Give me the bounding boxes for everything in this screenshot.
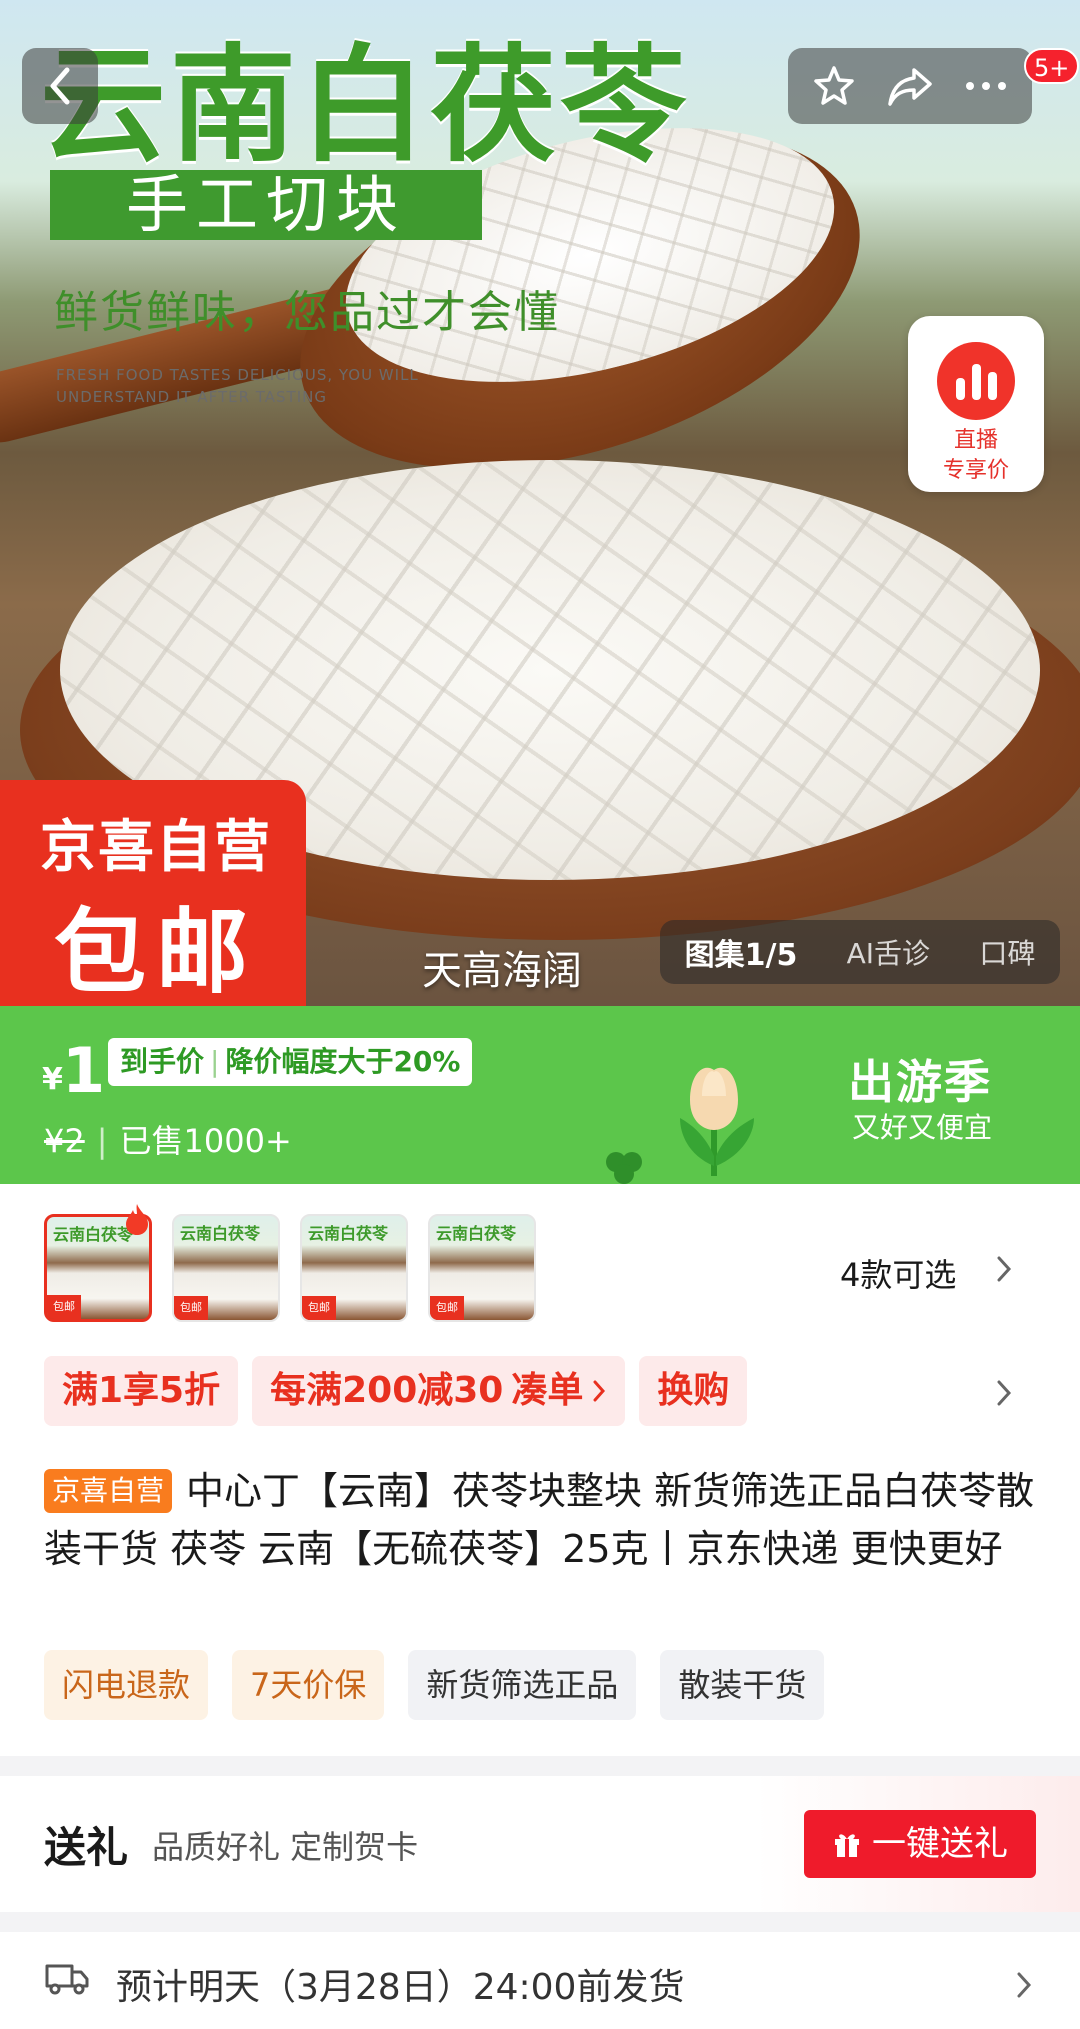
thumbnail-title: 云南白茯苓 [308,1224,389,1243]
price-currency: ¥ [42,1062,63,1097]
star-icon [814,66,854,105]
live-badge-line2: 专享价 [942,458,1009,483]
coupon-label: 满1享5折 [62,1370,221,1411]
hero-tag: 手工切块 [50,170,482,240]
store-tag: 京喜自营 [44,1469,173,1513]
live-price-badge[interactable]: 直播 专享价 [908,316,1044,492]
tulip-icon [680,1067,754,1176]
promo-free-shipping-block: 京喜自营 包邮 [0,780,306,1006]
promo-store-label: 京喜自营 [40,815,272,880]
coupon-label: 每满200减30 [270,1370,504,1411]
season-subtitle: 又好又便宜 [852,1111,993,1144]
more-dots-icon [966,82,1006,90]
thumbnail-badge: 包邮 [302,1296,336,1320]
product-info-card: 云南白茯苓 包邮 云南白茯苓 包邮 云南白茯苓 包邮 云南白茯苓 包邮 4款可选 [0,1184,1080,1756]
product-page: 云南白茯苓 手工切块 鲜货鲜味，您品过才会懂 FRESH FOOD TASTES… [0,0,1080,2029]
original-price-row: ¥2 | 已售1000+ [44,1116,292,1162]
price-value: 1 [62,1034,106,1107]
promo-shipping-label: 包邮 [54,899,259,1006]
thumbnail-badge: 包邮 [174,1296,208,1320]
share-button[interactable] [880,56,940,116]
shipping-estimate: 预计明天（3月28日）24:00前发货 [116,1967,685,2008]
flame-icon [126,1204,148,1235]
back-button[interactable] [22,48,98,124]
live-chart-icon [937,342,1015,420]
discount-coupon[interactable]: 满1享5折 [44,1356,239,1426]
spend-discount-coupon[interactable]: 每满200减30 凑单 [252,1356,626,1426]
gallery-tab-bar: 图集1/5 AI舌诊 口碑 [660,920,1060,984]
chevron-right-icon [593,1380,606,1402]
shipping-card[interactable]: 预计明天（3月28日）24:00前发货 [0,1932,1080,2029]
gift-icon [835,1834,859,1857]
service-tags: 闪电退款 7天价保 新货筛选正品 散装干货 [44,1650,825,1720]
hero-slogan: 鲜货鲜味，您品过才会懂 [54,287,560,338]
truck-icon [45,1964,89,1995]
thumbnail-badge: 包邮 [430,1296,464,1320]
thumbnail-badge: 包邮 [47,1295,81,1319]
send-gift-label: 一键送礼 [872,1824,1008,1864]
favorite-button[interactable] [804,56,864,116]
share-icon [888,68,932,106]
notification-badge: 5+ [1024,48,1080,84]
variant-thumbnail[interactable]: 云南白茯苓 包邮 [172,1214,280,1322]
price-pill: 到手价 | 降价幅度大于20% [108,1038,473,1086]
variant-thumbnail[interactable]: 云南白茯苓 包邮 [300,1214,408,1322]
price-bar: ¥ 1 到手价 | 降价幅度大于20% ¥2 | 已售1000+ 出游季 又好又便宜 [0,1006,1080,1184]
variant-thumbnails: 云南白茯苓 包邮 云南白茯苓 包邮 云南白茯苓 包邮 云南白茯苓 包邮 [44,1214,536,1322]
pill-separator: | [210,1045,220,1078]
top-action-bar [788,48,1032,124]
chevron-right-icon[interactable] [994,1252,1014,1286]
chevron-left-icon [50,67,70,105]
final-price-label: 到手价 [120,1045,205,1078]
chevron-right-icon [1017,1972,1032,1998]
service-tag[interactable]: 散装干货 [660,1650,825,1720]
reviews-tab[interactable]: 口碑 [979,932,1035,972]
hero-caption: 天高海阔 [422,948,582,994]
exchange-coupon[interactable]: 换购 [639,1356,748,1426]
thumbnail-title: 云南白茯苓 [436,1224,517,1243]
gift-subtitle: 品质好礼 定制贺卡 [152,1828,419,1866]
season-title: 出游季 [848,1055,992,1109]
product-title-text: 中心丁【云南】茯苓块整块 新货筛选正品白茯苓散装干货 茯苓 云南【无硫茯苓】25… [44,1469,1035,1571]
product-title: 京喜自营 中心丁【云南】茯苓块整块 新货筛选正品白茯苓散装干货 茯苓 云南【无硫茯… [44,1462,1044,1578]
thumbnail-title: 云南白茯苓 [180,1224,261,1243]
variant-thumbnail[interactable]: 云南白茯苓 包邮 [428,1214,536,1322]
live-badge-line1: 直播 [953,428,998,453]
product-hero-image[interactable]: 云南白茯苓 手工切块 鲜货鲜味，您品过才会懂 FRESH FOOD TASTES… [0,0,1080,1006]
more-button[interactable] [956,56,1016,116]
coupon-label: 换购 [657,1370,730,1411]
gift-title: 送礼 [44,1823,129,1872]
ai-diagnosis-tab[interactable]: AI舌诊 [847,932,930,972]
sold-count: 已售1000+ [119,1122,292,1160]
clover-icon [606,1152,642,1184]
coupon-row: 满1享5折 每满200减30 凑单 换购 [44,1356,748,1426]
send-gift-button[interactable]: 一键送礼 [804,1810,1036,1878]
add-items-link[interactable]: 凑单 [511,1356,583,1426]
service-tag[interactable]: 7天价保 [232,1650,385,1720]
service-tag[interactable]: 闪电退款 [44,1650,209,1720]
original-price: ¥2 [44,1122,85,1160]
hero-english-slogan: FRESH FOOD TASTES DELICIOUS, YOU WILL UN… [56,366,419,406]
thumbnail-title: 云南白茯苓 [53,1225,134,1244]
variant-count[interactable]: 4款可选 [840,1250,956,1296]
row-separator: | [96,1122,108,1160]
price-drop-label: 降价幅度大于20% [225,1045,461,1078]
chevron-right-icon[interactable] [994,1376,1014,1410]
gallery-tab[interactable]: 图集1/5 [685,930,798,974]
hero-title: 云南白茯苓 [40,31,690,179]
service-tag[interactable]: 新货筛选正品 [408,1650,637,1720]
gift-card: 送礼 品质好礼 定制贺卡 一键送礼 [0,1776,1080,1912]
